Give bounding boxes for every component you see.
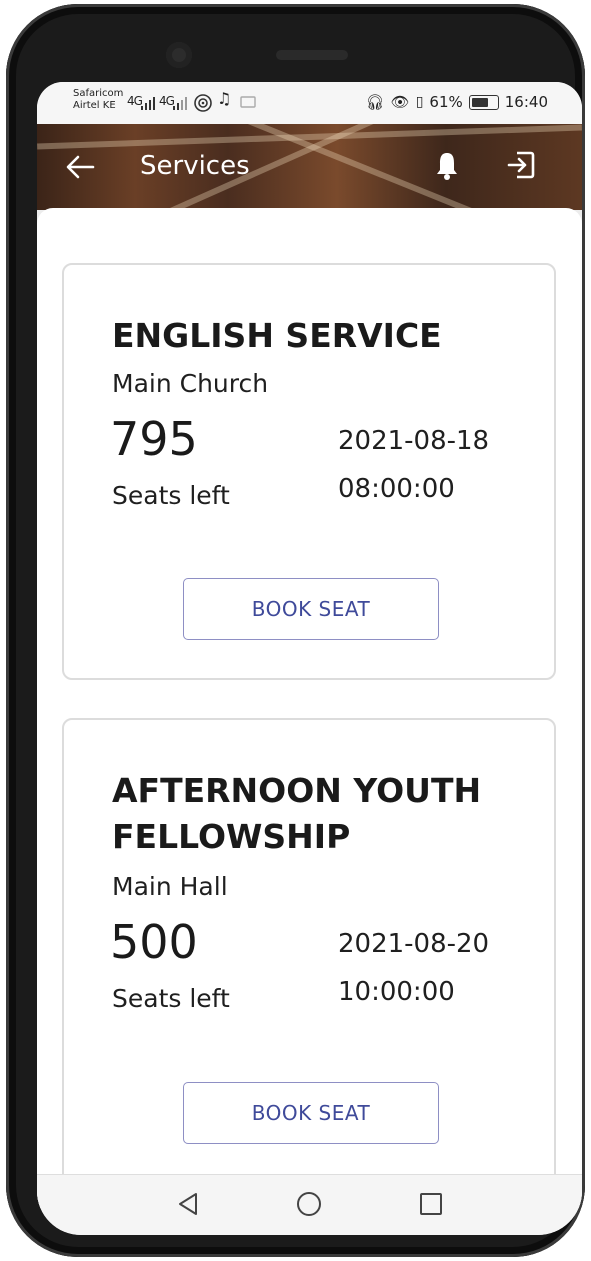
phone-frame: Safaricom Airtel KE 4G 4G ♫ 🎧︎ 👁︎ ▯ 61% … bbox=[6, 4, 585, 1257]
service-card: AFTERNOON YOUTH FELLOWSHIP Main Hall 500… bbox=[62, 718, 556, 1188]
clock: 16:40 bbox=[504, 93, 548, 111]
bell-icon[interactable] bbox=[435, 150, 459, 180]
nav-recents-icon[interactable] bbox=[416, 1189, 446, 1219]
service-date: 2021-08-20 bbox=[338, 929, 490, 959]
front-camera bbox=[166, 42, 192, 68]
system-nav-bar bbox=[37, 1174, 582, 1235]
hotspot-icon bbox=[194, 94, 212, 112]
carrier-2: Airtel KE bbox=[73, 100, 116, 111]
signal-icon bbox=[141, 97, 155, 110]
signal-icon bbox=[173, 97, 187, 110]
music-note-icon: ♫ bbox=[217, 89, 232, 108]
network-2-label: 4G bbox=[159, 94, 175, 108]
service-name: AFTERNOON YOUTH FELLOWSHIP bbox=[112, 771, 482, 856]
service-card: ENGLISH SERVICE Main Church 795 Seats le… bbox=[62, 263, 556, 680]
seats-label: Seats left bbox=[112, 984, 230, 1013]
service-name: ENGLISH SERVICE bbox=[112, 316, 442, 355]
battery-icon bbox=[468, 94, 499, 110]
carrier-1: Safaricom bbox=[73, 88, 124, 99]
book-seat-button[interactable]: BOOK SEAT bbox=[183, 578, 439, 640]
service-date: 2021-08-18 bbox=[338, 426, 490, 456]
status-bar: Safaricom Airtel KE 4G 4G ♫ 🎧︎ 👁︎ ▯ 61% … bbox=[37, 82, 582, 124]
nav-back-icon[interactable] bbox=[173, 1189, 203, 1219]
page-title: Services bbox=[140, 151, 250, 181]
headphones-icon: 🎧︎ bbox=[365, 93, 385, 111]
service-time: 08:00:00 bbox=[338, 474, 455, 504]
screen: Safaricom Airtel KE 4G 4G ♫ 🎧︎ 👁︎ ▯ 61% … bbox=[37, 82, 582, 1235]
seats-count: 500 bbox=[110, 915, 198, 969]
eye-icon: 👁︎ bbox=[390, 93, 410, 111]
cast-icon bbox=[240, 96, 256, 108]
battery-percent: 61% bbox=[429, 93, 463, 111]
seats-count: 795 bbox=[110, 412, 198, 466]
service-time: 10:00:00 bbox=[338, 977, 455, 1007]
status-right: 🎧︎ 👁︎ ▯ 61% 16:40 bbox=[366, 93, 548, 111]
back-arrow-icon[interactable] bbox=[65, 154, 95, 180]
exit-icon[interactable] bbox=[506, 150, 536, 180]
carrier-labels: Safaricom Airtel KE bbox=[73, 88, 123, 112]
seats-label: Seats left bbox=[112, 481, 230, 510]
network-1-label: 4G bbox=[127, 94, 143, 108]
vibrate-icon: ▯ bbox=[415, 94, 424, 110]
nav-home-icon[interactable] bbox=[294, 1189, 324, 1219]
services-list[interactable]: ENGLISH SERVICE Main Church 795 Seats le… bbox=[37, 208, 582, 1208]
book-seat-button[interactable]: BOOK SEAT bbox=[183, 1082, 439, 1144]
earpiece-speaker bbox=[276, 50, 348, 60]
service-venue: Main Church bbox=[112, 369, 269, 398]
app-bar: Services bbox=[37, 124, 582, 210]
service-venue: Main Hall bbox=[112, 872, 228, 901]
